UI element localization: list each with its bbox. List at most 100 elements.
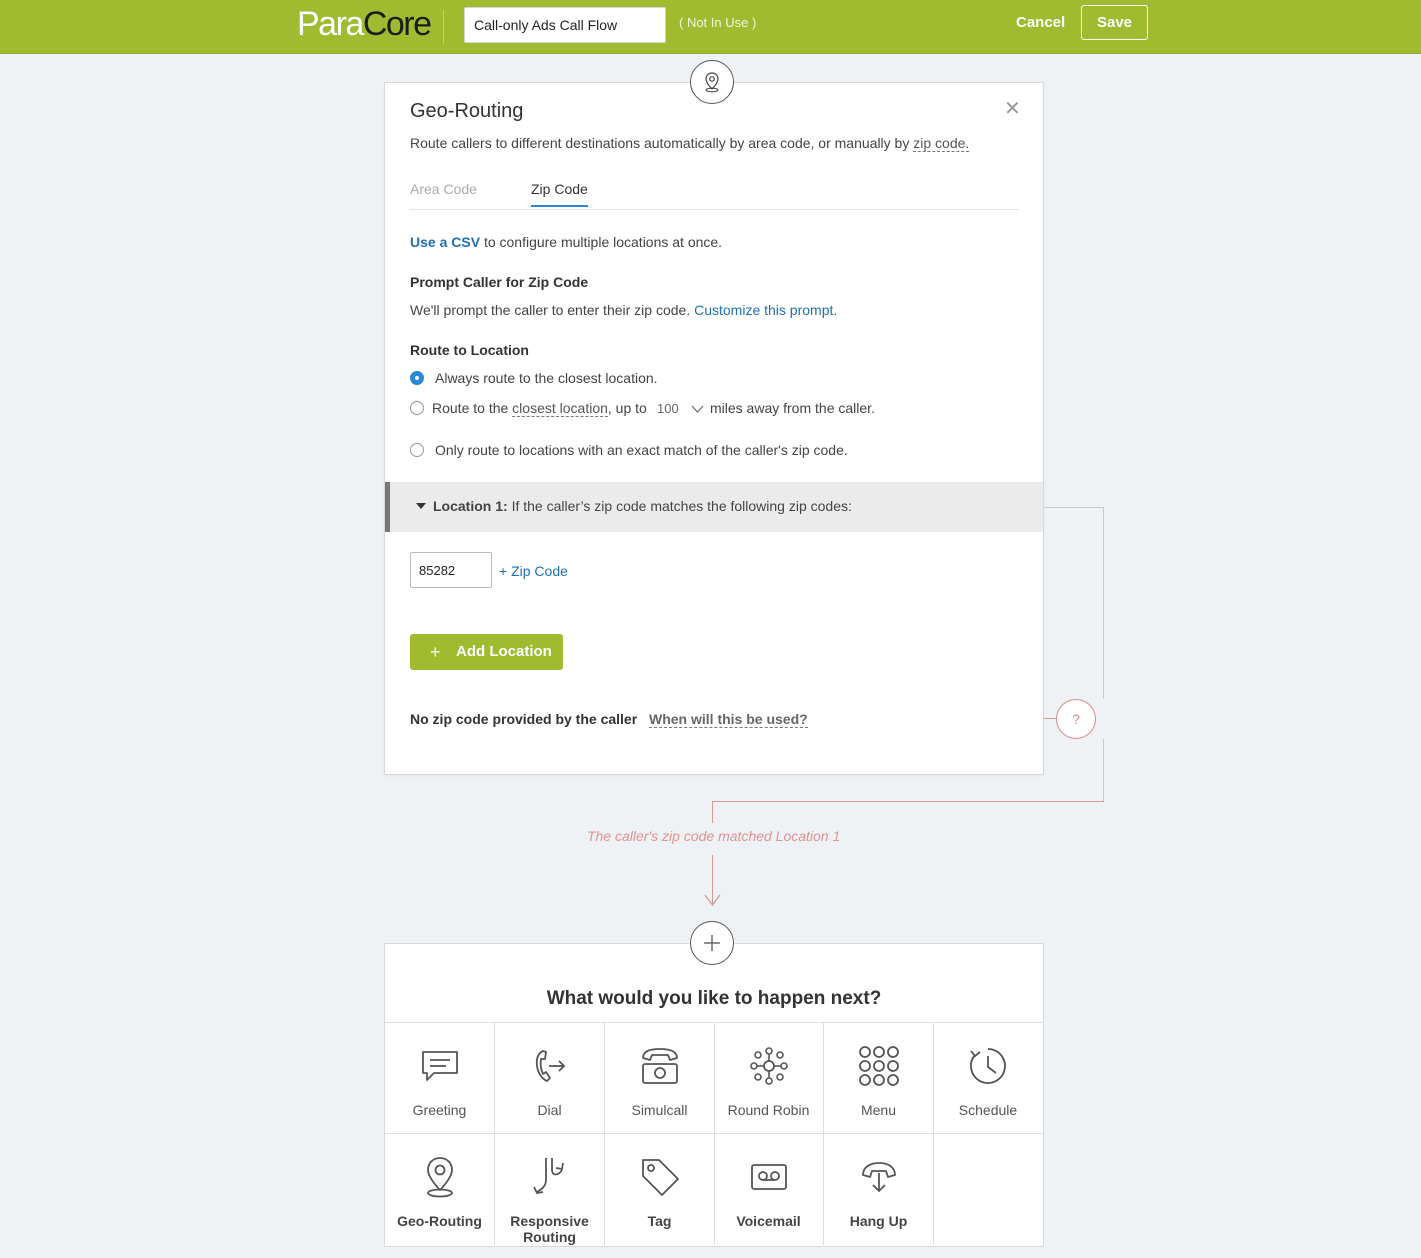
tab-area-code[interactable]: Area Code — [410, 181, 477, 205]
add-location-button[interactable]: + Add Location — [410, 634, 563, 670]
connector-line — [1103, 739, 1104, 802]
header-divider — [443, 10, 444, 44]
action-label: Schedule — [958, 1102, 1018, 1118]
tab-zip-code[interactable]: Zip Code — [531, 181, 588, 207]
action-hang-up[interactable]: Hang Up — [824, 1134, 934, 1245]
logo-core: Core — [362, 5, 432, 43]
subtitle-text: Route callers to different destinations … — [410, 135, 910, 151]
greeting-icon — [385, 1045, 494, 1087]
option-within-text-b: , up to — [607, 400, 647, 416]
top-bar: ParaCore ( Not In Use ) Cancel Save — [0, 0, 1421, 54]
action-voicemail[interactable]: Voicemail — [714, 1134, 824, 1245]
location-1-header[interactable]: Location 1: If the caller’s zip code mat… — [385, 482, 1043, 532]
radio-closest[interactable] — [410, 371, 424, 385]
action-label: Greeting — [412, 1102, 467, 1118]
routing-tabs: Area Code Zip Code — [410, 181, 1019, 210]
voicemail-icon — [714, 1156, 823, 1198]
connector-line — [1043, 507, 1104, 508]
prompt-text: We'll prompt the caller to enter their z… — [410, 302, 691, 318]
empty-cell — [933, 1134, 1043, 1245]
close-icon[interactable]: ✕ — [1004, 99, 1021, 119]
add-zip-code-label: Zip Code — [511, 563, 568, 579]
prompt-heading: Prompt Caller for Zip Code — [410, 274, 589, 290]
dial-icon — [495, 1045, 604, 1087]
connector-line — [1103, 507, 1104, 699]
action-simulcall[interactable]: Simulcall — [605, 1023, 715, 1134]
action-label: Hang Up — [849, 1213, 908, 1229]
radio-closest-within[interactable] — [410, 401, 424, 415]
customize-prompt-link[interactable]: Customize this prompt. — [694, 302, 837, 318]
action-geo-routing[interactable]: Geo-Routing — [385, 1134, 495, 1245]
collapse-triangle-icon[interactable] — [416, 503, 426, 509]
add-location-label: Add Location — [456, 643, 552, 660]
card-title: Geo-Routing — [410, 100, 524, 122]
connector-line — [712, 801, 713, 823]
round-robin-icon — [714, 1045, 823, 1087]
option-within-text-a: Route to the — [432, 400, 509, 416]
arrow-down-icon — [704, 894, 721, 907]
csv-text: to configure multiple locations at once. — [483, 234, 723, 250]
action-label: Dial — [537, 1102, 562, 1118]
csv-row: Use a CSV to configure multiple location… — [410, 234, 722, 250]
plus-icon — [704, 935, 720, 951]
zip-code-input[interactable] — [410, 552, 492, 588]
save-button[interactable]: Save — [1081, 5, 1148, 40]
card-subtitle: Route callers to different destinations … — [410, 135, 970, 152]
tag-icon — [605, 1156, 714, 1198]
cancel-button[interactable]: Cancel — [1016, 14, 1065, 31]
action-round-robin[interactable]: Round Robin — [714, 1023, 824, 1134]
paracore-logo[interactable]: ParaCore — [297, 5, 432, 44]
closest-location-link[interactable]: closest location — [512, 400, 608, 417]
next-step-card: What would you like to happen next? Gree… — [384, 943, 1044, 1247]
action-label: Round Robin — [727, 1102, 810, 1118]
option-within-text-c: miles away from the caller. — [710, 400, 875, 416]
miles-select[interactable]: 100 — [657, 401, 679, 416]
action-greeting[interactable]: Greeting — [385, 1023, 495, 1134]
action-schedule[interactable]: Schedule — [933, 1023, 1043, 1134]
connector-line — [1043, 718, 1056, 719]
menu-icon — [824, 1045, 933, 1087]
next-step-title: What would you like to happen next? — [546, 988, 882, 1009]
action-label: Geo-Routing — [397, 1213, 482, 1229]
schedule-icon — [933, 1045, 1043, 1087]
location-1-label: Location 1: If the caller’s zip code mat… — [433, 498, 852, 514]
zip-code-help-link[interactable]: zip code. — [913, 135, 970, 152]
hang-up-icon — [824, 1156, 933, 1198]
flow-status: ( Not In Use ) — [679, 15, 757, 30]
option-exact-label: Only route to locations with an exact ma… — [435, 442, 848, 458]
action-dial[interactable]: Dial — [495, 1023, 605, 1134]
match-condition-label: The caller's zip code matched Location 1 — [587, 828, 841, 844]
radio-exact-match[interactable] — [410, 443, 424, 457]
location-1-name: Location 1: — [433, 498, 508, 514]
location-1-text: If the caller’s zip code matches the fol… — [511, 498, 852, 514]
connector-line — [712, 801, 1104, 802]
prompt-row: We'll prompt the caller to enter their z… — [410, 302, 837, 318]
chevron-down-icon[interactable] — [691, 405, 704, 413]
add-zip-code-button[interactable]: + Zip Code — [499, 563, 568, 579]
geo-routing-card: Geo-Routing ✕ Route callers to different… — [384, 82, 1044, 775]
action-label: Menu — [860, 1102, 897, 1118]
plus-icon: + — [499, 563, 512, 579]
action-menu[interactable]: Menu — [824, 1023, 934, 1134]
when-used-link[interactable]: When will this be used? — [649, 711, 808, 728]
action-label: Tag — [647, 1213, 672, 1229]
add-step-node[interactable] — [690, 921, 734, 965]
action-label: Responsive Routing — [510, 1213, 589, 1245]
flow-name-input[interactable] — [464, 7, 666, 43]
geo-routing-icon — [385, 1156, 494, 1198]
geo-routing-node-icon — [690, 60, 734, 104]
action-label: Simulcall — [631, 1102, 688, 1118]
logo-para: Para — [297, 5, 364, 43]
action-responsive-routing[interactable]: Responsive Routing — [495, 1134, 605, 1245]
option-within-label: Route to the closest location, up to — [432, 400, 647, 417]
no-zip-help-node[interactable]: ? — [1056, 699, 1096, 739]
simulcall-icon — [605, 1045, 714, 1087]
action-tag[interactable]: Tag — [605, 1134, 715, 1245]
plus-icon: + — [430, 642, 441, 662]
use-csv-link[interactable]: Use a CSV — [410, 234, 480, 250]
action-label: Voicemail — [736, 1213, 801, 1229]
responsive-routing-icon — [495, 1156, 604, 1198]
no-zip-label: No zip code provided by the caller — [410, 711, 638, 727]
route-heading: Route to Location — [410, 342, 529, 358]
option-closest-label: Always route to the closest location. — [435, 370, 658, 386]
